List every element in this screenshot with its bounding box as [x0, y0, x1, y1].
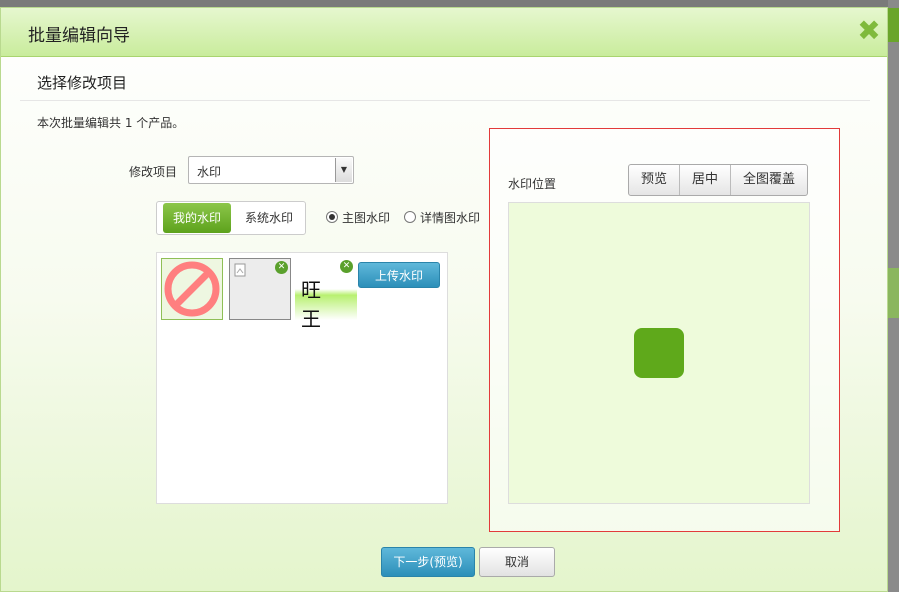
watermark-position-label: 水印位置 — [508, 177, 557, 191]
background-green-row — [888, 268, 899, 318]
watermark-tabs: 我的水印 系统水印 — [156, 201, 306, 235]
watermark-text-preview: 旺 王 — [301, 278, 327, 331]
forbidden-icon — [164, 261, 220, 317]
divider — [20, 100, 870, 101]
watermark-preview-area[interactable] — [508, 202, 810, 504]
radio-checked-icon[interactable] — [326, 211, 338, 223]
watermark-thumb-forbidden[interactable] — [161, 258, 223, 320]
section-title: 选择修改项目 — [37, 74, 128, 92]
remove-icon[interactable]: ✕ — [275, 261, 288, 274]
watermark-thumb-broken[interactable]: ✕ — [229, 258, 291, 320]
position-button-group: 预览 居中 全图覆盖 — [628, 164, 808, 196]
remove-icon[interactable]: ✕ — [340, 260, 353, 273]
full-cover-button[interactable]: 全图覆盖 — [731, 165, 807, 195]
radio-detail-image-label: 详情图水印 — [420, 211, 481, 225]
upload-watermark-button[interactable]: 上传水印 — [358, 262, 440, 288]
dialog-title: 批量编辑向导 — [28, 26, 130, 46]
radio-main-image[interactable]: 主图水印 — [326, 209, 390, 226]
cancel-button[interactable]: 取消 — [479, 547, 555, 577]
broken-image-icon — [234, 263, 246, 277]
tab-my-watermark[interactable]: 我的水印 — [163, 203, 231, 233]
edit-item-select-value: 水印 — [197, 165, 222, 179]
preview-button[interactable]: 预览 — [629, 165, 680, 195]
dialog-header: 批量编辑向导 ✖ — [1, 8, 887, 57]
close-icon[interactable]: ✖ — [857, 17, 881, 45]
edit-item-select[interactable]: 水印 ▼ — [188, 156, 354, 184]
watermark-thumb-text[interactable]: 旺 王 ✕ — [295, 258, 357, 331]
watermark-list-panel: ✕ 旺 王 ✕ 上传水印 — [156, 252, 448, 504]
summary-text: 本次批量编辑共 1 个产品。 — [37, 116, 185, 130]
radio-main-image-label: 主图水印 — [342, 211, 391, 225]
chevron-down-icon[interactable]: ▼ — [335, 158, 352, 182]
next-preview-button[interactable]: 下一步(预览) — [381, 547, 475, 577]
tab-system-watermark[interactable]: 系统水印 — [237, 203, 301, 233]
radio-unchecked-icon[interactable] — [404, 211, 416, 223]
center-button[interactable]: 居中 — [680, 165, 731, 195]
background-green-bar — [888, 8, 899, 42]
edit-item-label: 修改项目 — [129, 165, 178, 179]
radio-detail-image[interactable]: 详情图水印 — [404, 209, 480, 226]
watermark-position-marker[interactable] — [634, 328, 684, 378]
